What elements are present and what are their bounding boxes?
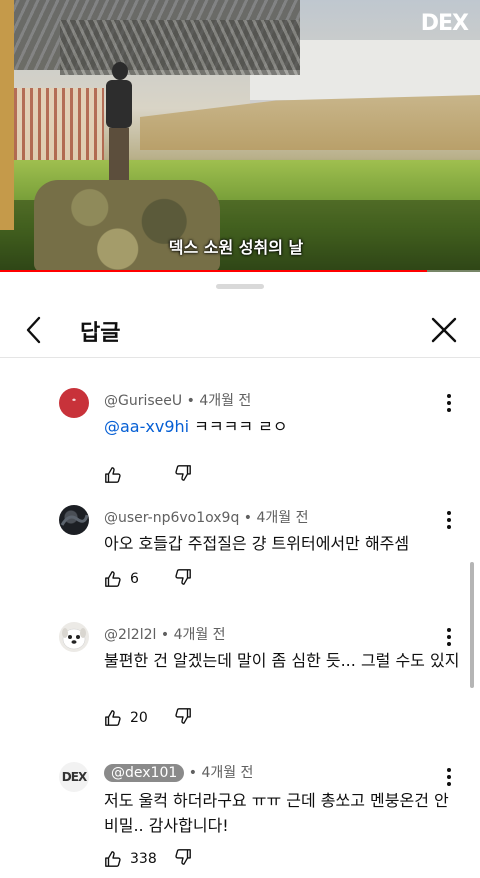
more-vertical-icon <box>442 768 456 786</box>
fence <box>14 88 104 168</box>
comment-meta: @GuriseeU • 4개월 전 <box>104 393 252 409</box>
dislike-button[interactable] <box>174 707 194 729</box>
comment-actions: 20 <box>104 707 304 729</box>
like-count: 338 <box>130 851 157 867</box>
camo-bag <box>34 180 220 272</box>
video-player[interactable]: 덱스 소원 성취의 날 DEX <box>0 0 480 272</box>
more-options-button[interactable] <box>442 509 456 533</box>
author-name[interactable]: @user-np6vo1ox9q <box>104 510 239 526</box>
comment-body: ㅋㅋㅋㅋ ㄹㅇ <box>189 417 288 436</box>
more-vertical-icon <box>442 511 456 529</box>
dislike-button[interactable] <box>174 464 194 486</box>
comment-time: 4개월 전 <box>199 393 252 409</box>
more-options-button[interactable] <box>442 392 456 416</box>
dex-logo: DEX <box>420 11 469 36</box>
avatar[interactable]: DEX <box>59 762 89 792</box>
like-button[interactable]: 338 <box>104 848 157 870</box>
replies-panel: 답글 @GuriseeU • 4개월 전 @aa-xv9hi ㅋㅋㅋㅋ ㄹㅇ @… <box>0 274 480 878</box>
author-name[interactable]: @2l2l2l <box>104 627 156 643</box>
comment-text: @aa-xv9hi ㅋㅋㅋㅋ ㄹㅇ <box>104 414 454 439</box>
thumb-up-icon <box>105 571 121 587</box>
mention-link[interactable]: @aa-xv9hi <box>104 417 189 436</box>
back-arrow-icon <box>26 316 41 344</box>
like-button[interactable]: 6 <box>104 568 139 590</box>
panel-title: 답글 <box>80 321 121 346</box>
scrollbar[interactable] <box>470 562 474 688</box>
avatar[interactable] <box>59 505 89 535</box>
replies-header: 답글 <box>0 302 480 358</box>
author-name[interactable]: @GuriseeU <box>104 393 182 409</box>
wooden-post <box>0 0 14 230</box>
comment-meta: @2l2l2l • 4개월 전 <box>104 627 226 643</box>
comment-text: 불편한 건 알겠는데 말이 좀 심한 듯... 그럴 수도 있지 <box>104 651 460 670</box>
thumb-up-icon <box>105 851 121 867</box>
video-progress-bar[interactable] <box>0 270 480 272</box>
avatar[interactable] <box>59 622 89 652</box>
thumb-down-icon <box>175 569 191 585</box>
comment-actions <box>104 464 304 486</box>
more-options-button[interactable] <box>442 626 456 650</box>
comment-time: 4개월 전 <box>201 765 254 781</box>
drag-handle[interactable] <box>216 284 264 289</box>
author-name[interactable]: @dex101 <box>104 764 185 782</box>
comment-text: 아오 호들갑 주접질은 걍 트위터에서만 해주셈 <box>104 534 410 553</box>
comment-actions: 338 <box>104 848 304 870</box>
close-button[interactable] <box>428 314 460 346</box>
dirt-berm <box>140 95 480 150</box>
comment-meta: @user-np6vo1ox9q • 4개월 전 <box>104 510 309 526</box>
like-count: 6 <box>130 571 139 587</box>
person-figure <box>104 62 134 184</box>
comment-time: 4개월 전 <box>173 627 226 643</box>
comment-time: 4개월 전 <box>256 510 309 526</box>
thumb-down-icon <box>175 708 191 724</box>
avatar[interactable] <box>59 388 89 418</box>
video-caption: 덱스 소원 성취의 날 <box>168 238 304 257</box>
more-vertical-icon <box>442 394 456 412</box>
close-icon <box>431 317 457 343</box>
thumb-up-icon <box>105 467 121 483</box>
dislike-button[interactable] <box>174 848 194 870</box>
comment-actions: 6 <box>104 568 304 590</box>
like-button[interactable]: 20 <box>104 707 148 729</box>
more-options-button[interactable] <box>442 766 456 790</box>
canopy-net-2 <box>60 20 300 75</box>
comment-text: 저도 울컥 하더라구요 ㅠㅠ 근데 총쏘고 멘붕온건 안비밀.. 감사합니다! <box>104 791 449 835</box>
back-button[interactable] <box>20 314 50 346</box>
like-count: 20 <box>130 710 148 726</box>
comment-meta: @dex101 • 4개월 전 <box>104 762 253 782</box>
dislike-button[interactable] <box>174 568 194 590</box>
like-button[interactable] <box>104 464 130 486</box>
video-progress-fill <box>0 270 428 272</box>
dex-avatar-logo: DEX <box>61 770 87 784</box>
more-vertical-icon <box>442 628 456 646</box>
thumb-down-icon <box>175 465 191 481</box>
thumb-down-icon <box>175 849 191 865</box>
thumb-up-icon <box>105 710 121 726</box>
